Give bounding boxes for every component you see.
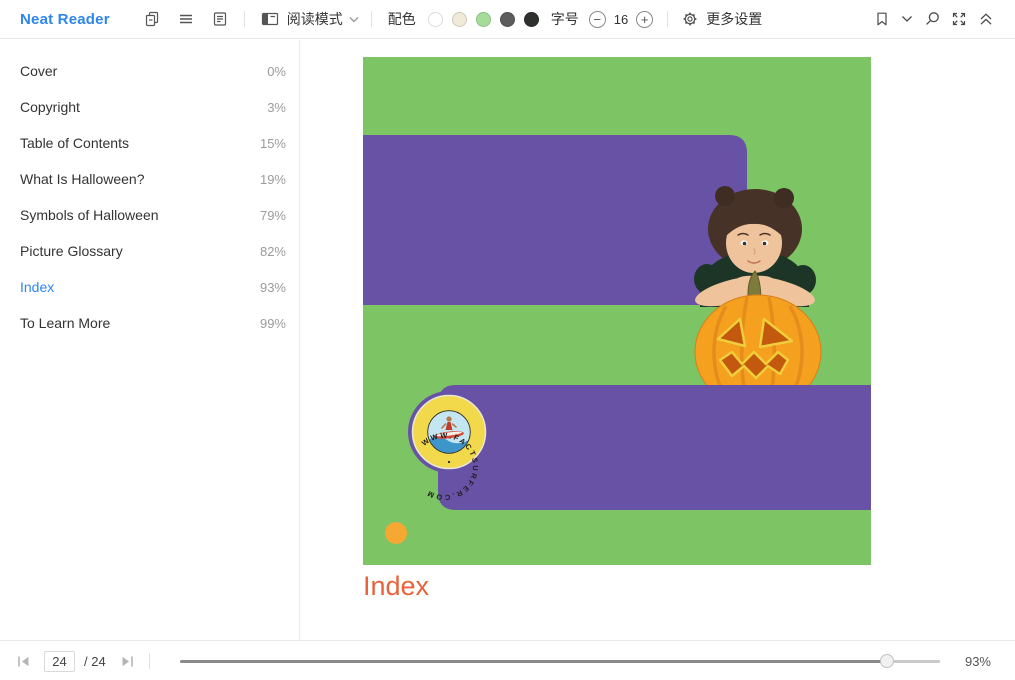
chapter-label: What Is Halloween? [20,171,145,187]
more-settings-label: 更多设置 [706,9,762,29]
search-button[interactable] [924,11,940,27]
notes-icon [212,11,228,27]
toc-sidebar: Cover 0% Copyright 3% Table of Contents … [0,40,300,640]
toolbar-divider [244,11,245,27]
chapter-percent: 19% [260,172,286,187]
chevron-down-icon [901,15,913,23]
collapse-toolbar-button[interactable] [978,11,994,27]
more-settings-button[interactable]: 更多设置 [682,9,762,29]
font-size-decrease-button[interactable]: − [589,11,606,28]
progress-slider[interactable] [180,660,940,663]
page-title: Index [363,571,429,602]
chapter-label: Symbols of Halloween [20,207,159,223]
sidebar-item[interactable]: Picture Glossary 82% [0,233,299,269]
chapter-percent: 0% [267,64,286,79]
chapter-percent: 3% [267,100,286,115]
last-page-icon[interactable] [120,654,135,669]
fullscreen-icon [951,11,967,27]
reading-mode-label: 阅读模式 [287,9,343,29]
book-page-image: WWW.FACTSURFER.COM [363,57,871,565]
sidebar-item[interactable]: Symbols of Halloween 79% [0,197,299,233]
toolbar-divider [667,11,668,27]
sidebar-item[interactable]: Index 93% [0,269,299,305]
toc-icon [178,11,194,27]
color-swatch[interactable] [452,12,467,27]
sidebar-item[interactable]: Cover 0% [0,53,299,89]
book-pages-button[interactable] [144,11,160,27]
sidebar-item[interactable]: Copyright 3% [0,89,299,125]
progress-percent-label: 93% [965,641,991,680]
notes-button[interactable] [212,11,228,27]
pages-icon [144,11,160,27]
chapter-percent: 99% [260,316,286,331]
progress-handle[interactable] [880,654,894,668]
table-of-contents-button[interactable] [178,11,194,27]
font-size-label: 字号 [551,9,579,29]
layout-icon [261,11,279,27]
color-swatches [428,12,539,27]
progress-fill [180,660,887,663]
chapter-percent: 79% [260,208,286,223]
chapter-label: Cover [20,63,57,79]
chapter-label: Copyright [20,99,80,115]
fullscreen-button[interactable] [951,11,967,27]
bookmark-button[interactable] [874,11,890,27]
chapter-label: Picture Glossary [20,243,123,259]
font-size-value: 16 [614,12,628,27]
gear-icon [682,11,698,27]
sidebar-item[interactable]: What Is Halloween? 19% [0,161,299,197]
chapter-label: Table of Contents [20,135,129,151]
chapter-label: To Learn More [20,315,110,331]
reading-mode-button[interactable]: 阅读模式 [261,9,359,29]
color-swatch[interactable] [476,12,491,27]
pager: / 24 [16,641,150,680]
top-toolbar: Neat Reader 阅读 [0,0,1015,39]
toc-list: Cover 0% Copyright 3% Table of Contents … [0,53,299,341]
current-page-input[interactable] [44,651,75,672]
app-logo[interactable]: Neat Reader [20,11,110,28]
orange-dot [385,522,407,544]
toolbar-right-group [874,11,994,27]
color-swatch[interactable] [428,12,443,27]
color-swatch[interactable] [524,12,539,27]
chapter-percent: 93% [260,280,286,295]
bookmark-dropdown-button[interactable] [901,15,913,23]
footer-divider [149,653,150,669]
chevron-down-icon [349,16,359,23]
bottom-bar: / 24 93% [0,640,1015,680]
total-pages-label: / 24 [84,654,106,669]
toolbar-divider [371,11,372,27]
chapter-percent: 82% [260,244,286,259]
neat-reader-window: Neat Reader 阅读 [0,0,1015,680]
font-size-increase-button[interactable]: + [636,11,653,28]
sidebar-item[interactable]: Table of Contents 15% [0,125,299,161]
sidebar-item[interactable]: To Learn More 99% [0,305,299,341]
collapse-icon [978,11,994,27]
search-icon [924,11,940,27]
color-scheme-label: 配色 [388,9,416,29]
color-swatch[interactable] [500,12,515,27]
reader-content: WWW.FACTSURFER.COM Index [301,40,1015,640]
chapter-percent: 15% [260,136,286,151]
first-page-icon[interactable] [16,654,31,669]
chapter-label: Index [20,279,54,295]
bookmark-icon [874,11,890,27]
